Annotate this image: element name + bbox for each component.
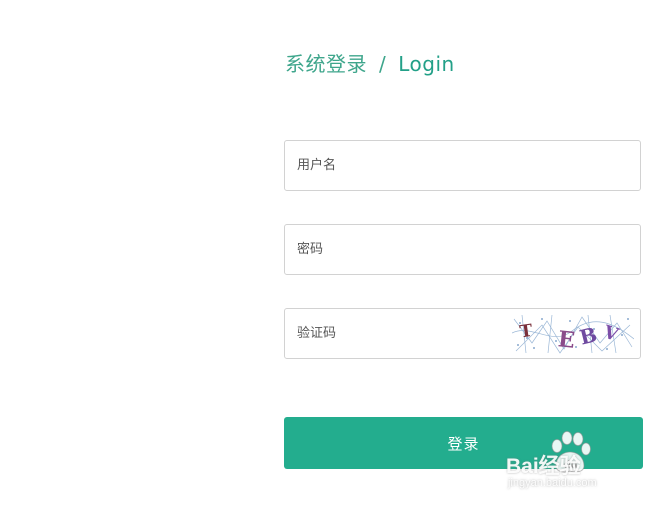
title-en: Login bbox=[398, 52, 455, 76]
captcha-image[interactable]: T E B V bbox=[512, 313, 634, 355]
login-button[interactable]: 登录 bbox=[284, 417, 643, 469]
page-title: 系统登录 / Login bbox=[285, 48, 455, 77]
username-field[interactable] bbox=[284, 140, 641, 191]
login-page: 系统登录/Login T E B bbox=[0, 0, 661, 505]
svg-text:E: E bbox=[557, 326, 576, 354]
captcha-field[interactable]: T E B V bbox=[284, 308, 641, 359]
password-input[interactable] bbox=[285, 225, 640, 274]
title-separator: / bbox=[379, 52, 387, 76]
title-cn: 系统登录 bbox=[285, 52, 367, 76]
password-field[interactable] bbox=[284, 224, 641, 275]
watermark-url: jingyan.baidu.com bbox=[508, 477, 597, 489]
username-input[interactable] bbox=[285, 141, 640, 190]
captcha-input[interactable] bbox=[285, 309, 505, 358]
